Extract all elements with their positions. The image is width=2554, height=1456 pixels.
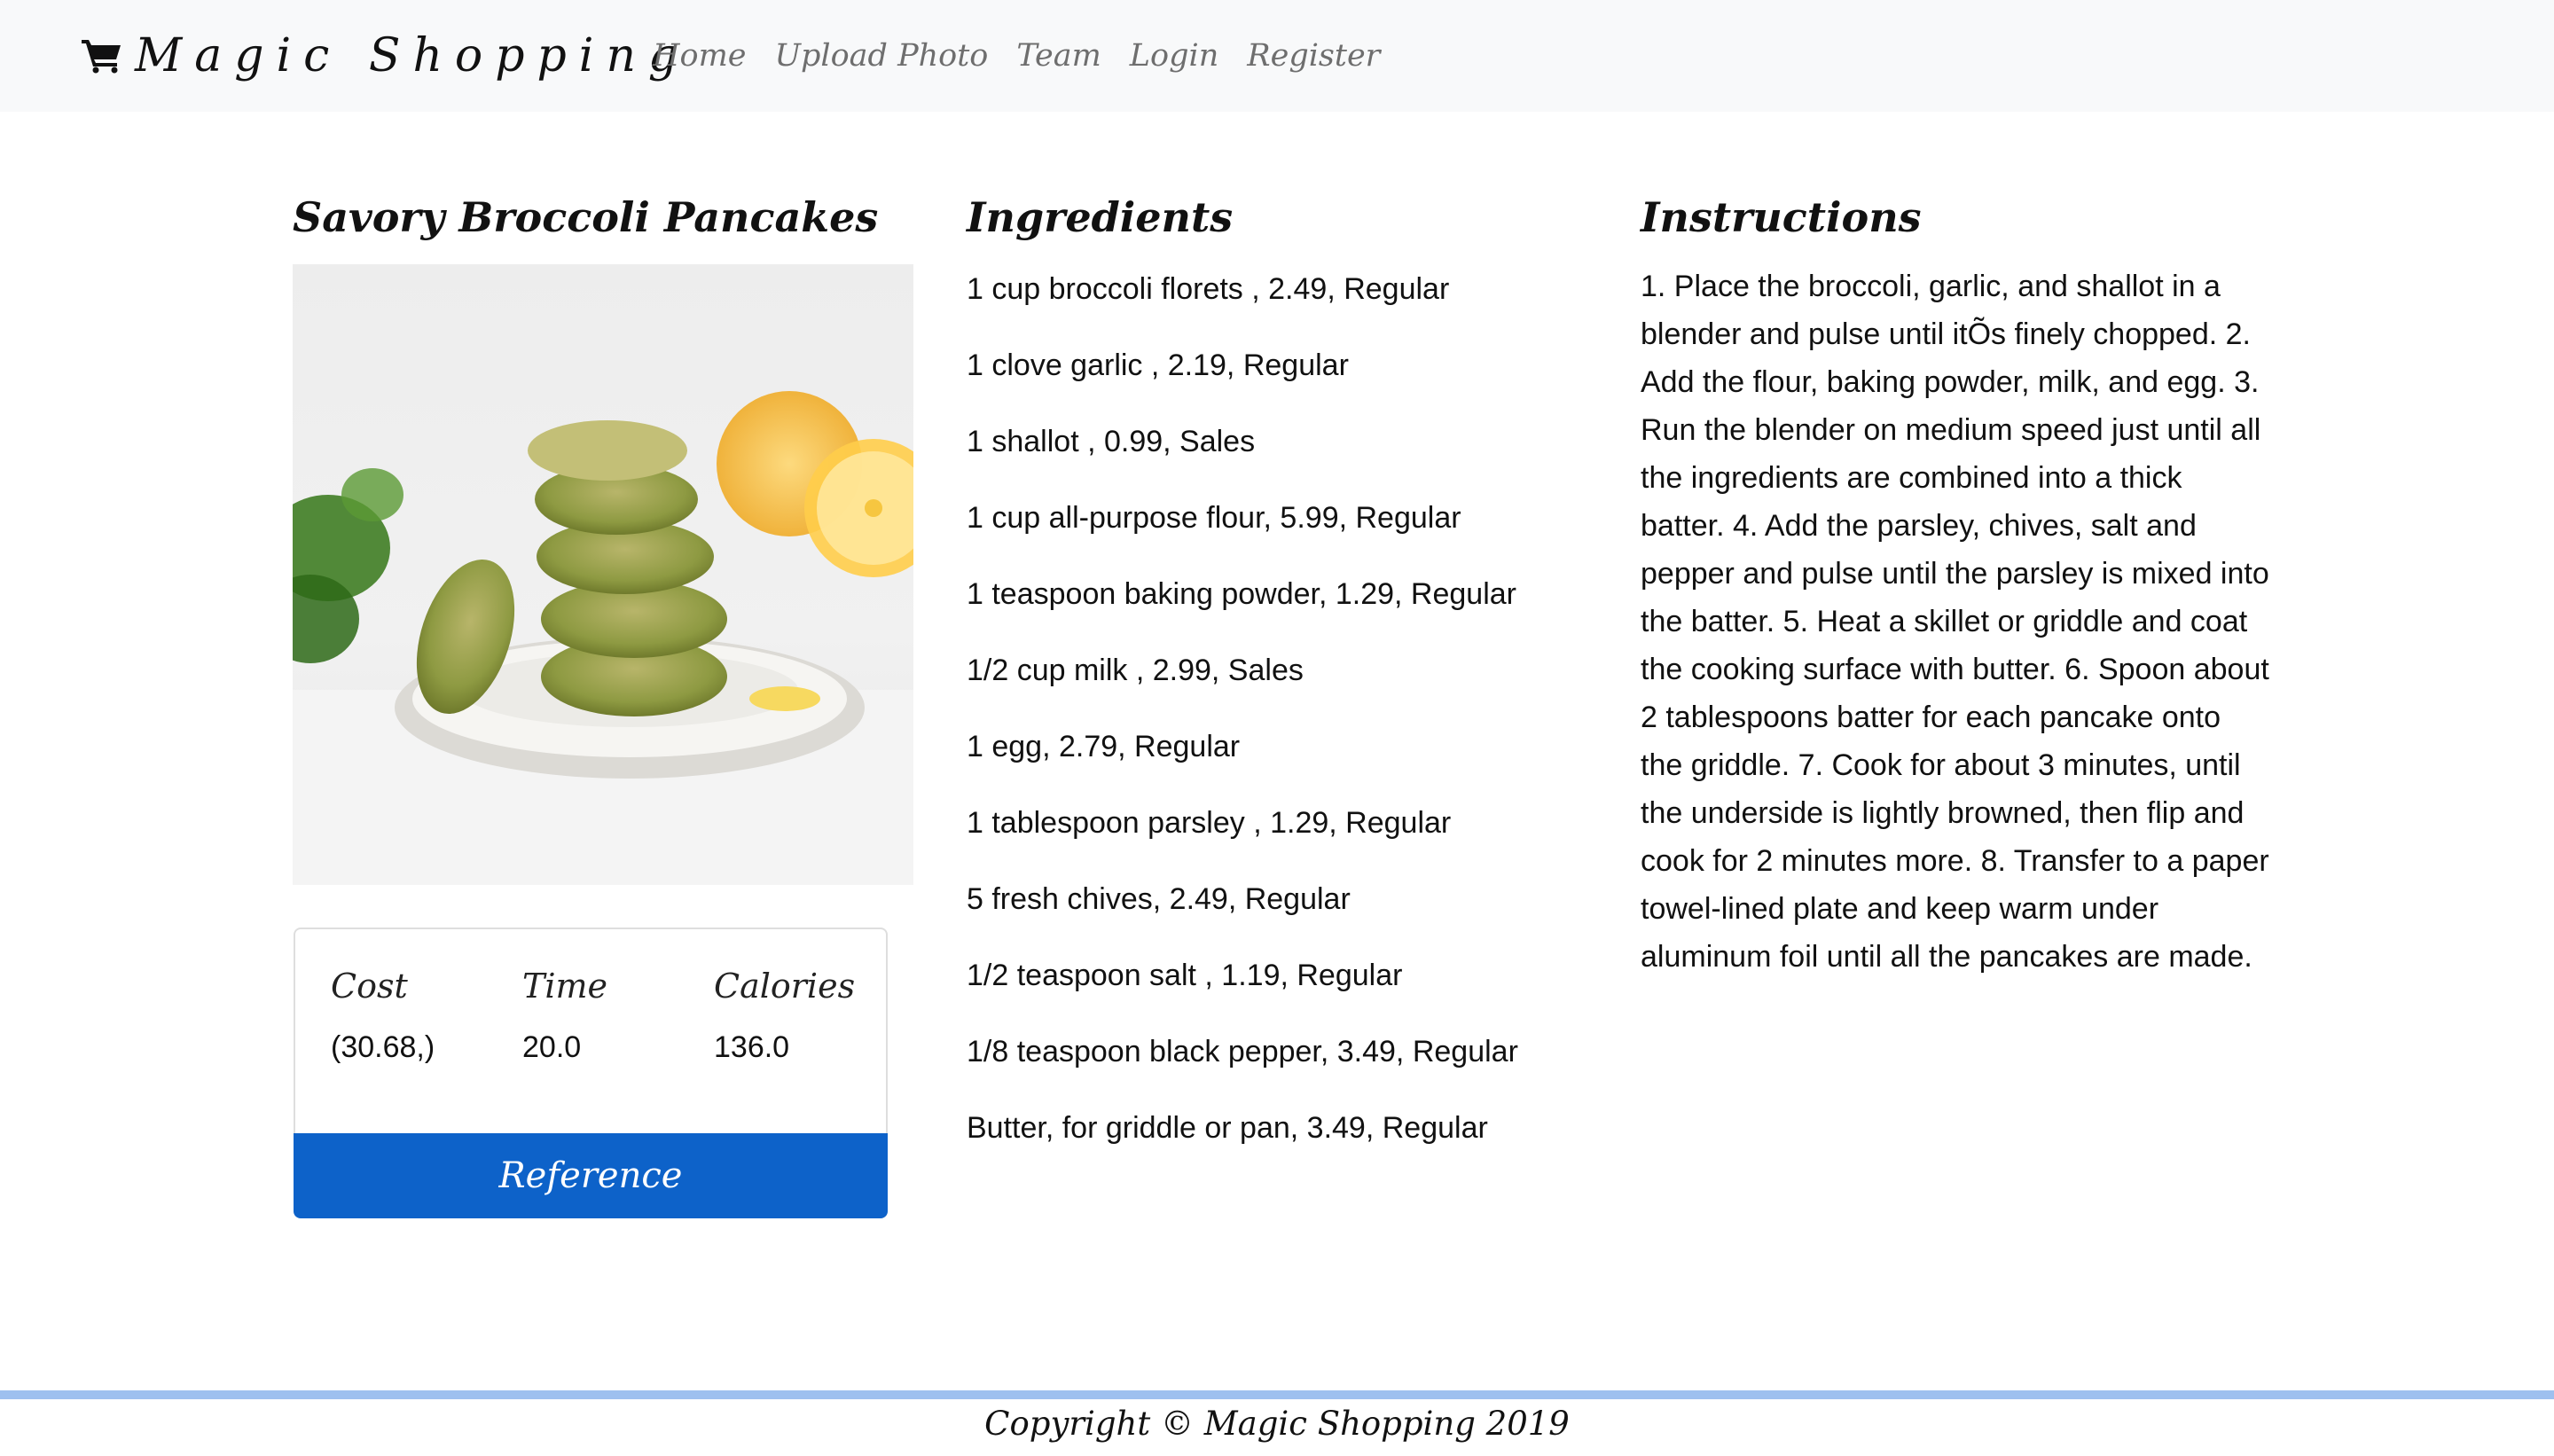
nav-links: Home Upload Photo Team Login Register: [653, 30, 1408, 82]
ingredients-list: 1 cup broccoli florets , 2.49, Regular 1…: [967, 262, 1552, 1178]
ingredient-item: 1/2 cup milk , 2.99, Sales: [967, 654, 1304, 687]
brand[interactable]: Magic Shopping: [82, 21, 690, 90]
calories-label: Calories: [714, 967, 856, 1006]
ingredient-item: 1 cup broccoli florets , 2.49, Regular: [967, 272, 1450, 306]
ingredient-item: 1 tablespoon parsley , 1.29, Regular: [967, 806, 1452, 840]
ingredient-item: 1 egg, 2.79, Regular: [967, 730, 1241, 763]
ingredient-item: 1 shallot , 0.99, Sales: [967, 425, 1256, 458]
footer-copyright: Copyright © Magic Shopping 2019: [984, 1405, 1570, 1443]
calories-value: 136.0: [714, 1030, 790, 1064]
recipe-image: [293, 264, 913, 885]
reference-button[interactable]: Reference: [294, 1133, 888, 1218]
cost-value: (30.68,): [331, 1030, 435, 1064]
nav-link-register[interactable]: Register: [1247, 38, 1380, 74]
footer-divider: [0, 1390, 2554, 1399]
cost-label: Cost: [331, 967, 408, 1006]
nav-link-home[interactable]: Home: [653, 38, 747, 74]
recipe-stats-card: Cost (30.68,) Time 20.0 Calories 136.0 R…: [294, 928, 888, 1218]
brand-name: Magic Shopping: [135, 29, 691, 82]
ingredient-item: 1/8 teaspoon black pepper, 3.49, Regular: [967, 1035, 1518, 1069]
ingredient-item: Butter, for griddle or pan, 3.49, Regula…: [967, 1111, 1488, 1145]
ingredient-item: 1/2 teaspoon salt , 1.19, Regular: [967, 959, 1403, 992]
shopping-cart-icon: [82, 40, 121, 74]
navbar: Magic Shopping Home Upload Photo Team Lo…: [0, 0, 2554, 112]
ingredient-item: 1 clove garlic , 2.19, Regular: [967, 348, 1349, 382]
instructions-heading: Instructions: [1641, 193, 1922, 241]
ingredients-heading: Ingredients: [967, 193, 1234, 241]
time-value: 20.0: [522, 1030, 582, 1064]
recipe-photo-illustration: [293, 264, 913, 885]
ingredient-item: 1 cup all-purpose flour, 5.99, Regular: [967, 501, 1461, 535]
time-label: Time: [522, 967, 608, 1006]
nav-link-login[interactable]: Login: [1130, 38, 1218, 74]
instructions-text: 1. Place the broccoli, garlic, and shall…: [1641, 270, 2269, 974]
ingredient-item: 5 fresh chives, 2.49, Regular: [967, 882, 1351, 916]
nav-link-team[interactable]: Team: [1016, 38, 1101, 74]
recipe-title: Savory Broccoli Pancakes: [293, 193, 879, 241]
ingredient-item: 1 teaspoon baking powder, 1.29, Regular: [967, 577, 1517, 611]
nav-link-upload-photo[interactable]: Upload Photo: [775, 38, 989, 74]
